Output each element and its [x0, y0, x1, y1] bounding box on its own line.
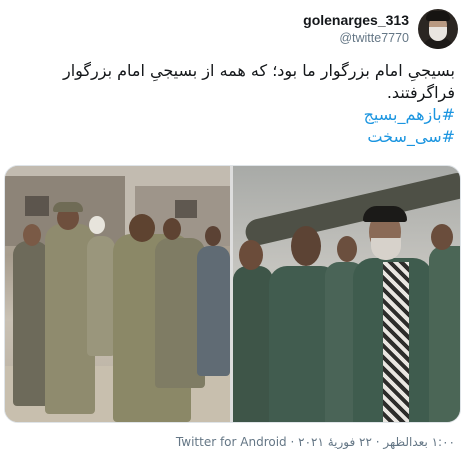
- tweet-media[interactable]: [4, 165, 461, 423]
- attached-photo-left[interactable]: [5, 166, 230, 422]
- tweet-timestamp[interactable]: ١:٠٠ بعدالظهر · ٢٢ فوریهٔ ٢٠٢١ · Twitter…: [176, 435, 455, 449]
- author-handle[interactable]: @twitte7770: [303, 30, 409, 46]
- tweet-text-line-1: بسیجیِ امام بزرگوار ما بود؛ که همه از بس…: [62, 61, 455, 80]
- tweet-card: golenarges_313 @twitte7770 بسیجیِ امام ب…: [0, 0, 467, 459]
- hashtag-link[interactable]: #بازهم_بسیج: [12, 104, 455, 126]
- author-name-block[interactable]: golenarges_313 @twitte7770: [303, 12, 409, 46]
- author-avatar[interactable]: [418, 9, 458, 49]
- tweet-text: بسیجیِ امام بزرگوار ما بود؛ که همه از بس…: [12, 60, 455, 148]
- hashtag-link[interactable]: #سی_سخت: [12, 126, 455, 148]
- tweet-text-line-2: فراگرفتند.: [386, 83, 455, 102]
- author-display-name[interactable]: golenarges_313: [303, 12, 409, 29]
- attached-photo-right[interactable]: [233, 166, 460, 422]
